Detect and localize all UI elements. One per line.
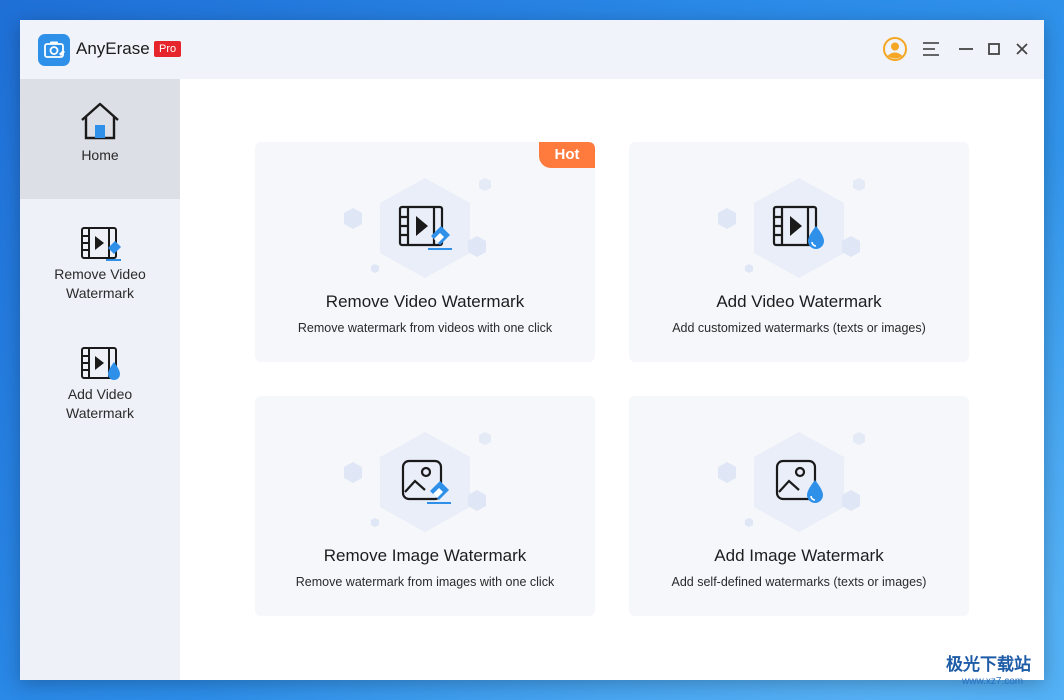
- app-window: AnyErase Pro Home Remove Video Watermark…: [20, 20, 1044, 680]
- image-drop-icon: [775, 459, 823, 503]
- site-watermark-url: www.xz7.com: [962, 676, 1024, 687]
- sidebar-item-label-line1: Remove Video: [54, 266, 146, 282]
- minimize-icon: [959, 48, 973, 50]
- sidebar-item-add-video-watermark[interactable]: Add Video Watermark: [20, 319, 180, 439]
- sidebar-item-label-line2: Watermark: [66, 405, 134, 421]
- sidebar: Home Remove Video Watermark Add Video Wa…: [20, 79, 180, 680]
- app-name: AnyErase: [76, 39, 150, 58]
- card-title: Remove Video Watermark: [325, 292, 525, 311]
- user-icon: [883, 37, 907, 61]
- image-eraser-icon: [401, 459, 451, 504]
- sidebar-item-label: Home: [81, 147, 119, 163]
- video-eraser-icon: [81, 227, 121, 261]
- card-description: Add self-defined watermarks (texts or im…: [671, 575, 927, 589]
- video-drop-icon: [772, 205, 824, 249]
- card-title: Remove Image Watermark: [323, 546, 527, 565]
- close-button[interactable]: [1009, 36, 1035, 62]
- sidebar-item-label-line2: Watermark: [66, 285, 134, 301]
- app-logo-icon: [38, 34, 70, 66]
- card-title: Add Image Watermark: [714, 546, 884, 565]
- sidebar-item-label-line1: Add Video: [67, 386, 133, 402]
- hot-badge: Hot: [539, 142, 595, 168]
- site-watermark-text: 极光下载站: [946, 655, 1031, 675]
- close-icon: [1016, 43, 1028, 55]
- minimize-button[interactable]: [953, 36, 979, 62]
- add-video-watermark-card[interactable]: Add Video Watermark Add customized water…: [629, 142, 969, 362]
- card-title: Add Video Watermark: [716, 292, 882, 311]
- user-account-button[interactable]: [882, 36, 908, 62]
- card-description: Remove watermark from videos with one cl…: [297, 321, 553, 335]
- sidebar-item-remove-video-watermark[interactable]: Remove Video Watermark: [20, 199, 180, 319]
- video-eraser-icon: [398, 205, 452, 250]
- video-drop-icon: [81, 347, 120, 380]
- home-icon: [81, 102, 119, 140]
- add-image-watermark-card[interactable]: Add Image Watermark Add self-defined wat…: [629, 396, 969, 616]
- maximize-icon: [988, 43, 1000, 55]
- menu-button[interactable]: [918, 36, 944, 62]
- remove-video-watermark-card[interactable]: Hot Remove Video Watermark Remove waterm…: [255, 142, 595, 362]
- pro-badge: Pro: [154, 41, 182, 57]
- card-description: Add customized watermarks (texts or imag…: [672, 321, 926, 335]
- title-bar: AnyErase Pro: [20, 20, 1044, 79]
- hamburger-icon: [923, 42, 939, 56]
- main-content: Hot Remove Video Watermark Remove waterm…: [180, 79, 1044, 680]
- card-description: Remove watermark from images with one cl…: [295, 575, 555, 589]
- sidebar-item-home[interactable]: Home: [20, 79, 180, 199]
- remove-image-watermark-card[interactable]: Remove Image Watermark Remove watermark …: [255, 396, 595, 616]
- maximize-button[interactable]: [981, 36, 1007, 62]
